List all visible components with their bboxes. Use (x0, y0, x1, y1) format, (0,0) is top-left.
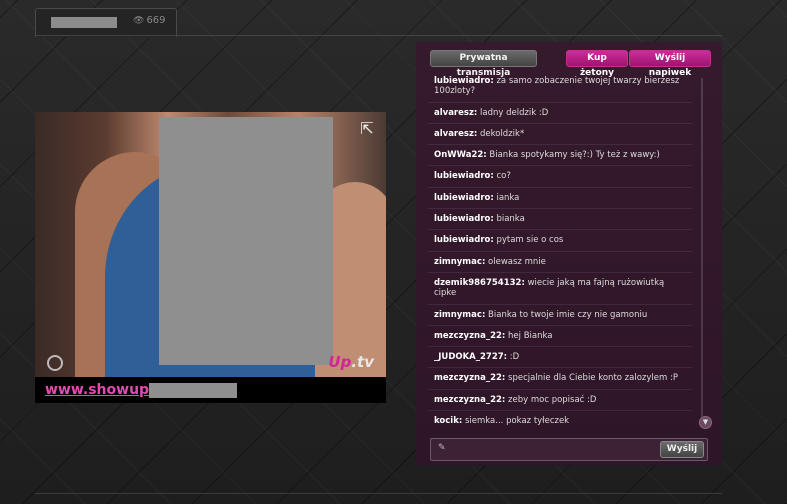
chat-message-text: ianka (496, 192, 520, 203)
chat-message-text: Bianka spotykamy się?:) Ty też z wawy:) (489, 150, 660, 161)
chat-input-row: ✎ Wyślij (430, 438, 708, 461)
redacted-profile-name (149, 383, 237, 398)
redacted-room-name (51, 17, 117, 28)
tab-divider (35, 35, 722, 36)
chat-message-nick[interactable]: mezczyzna_22: (434, 395, 505, 405)
chat-message-text: olewasz mnie (488, 256, 546, 267)
chat-message-nick[interactable]: zimnymac: (434, 310, 485, 320)
chat-message-nick[interactable]: alvaresz: (434, 129, 477, 139)
chat-message-text: hej Bianka (508, 330, 553, 341)
eye-icon: 👁 (133, 16, 145, 26)
chat-message: lubiewiadro: ianka (428, 188, 692, 210)
chat-message: lubiewiadro: bianka (428, 209, 692, 231)
chat-message-text: zeby moc popisać :D (508, 394, 597, 405)
chat-input[interactable] (451, 441, 655, 458)
chat-message-nick[interactable]: alvaresz: (434, 108, 477, 118)
chat-message: alvaresz: ladny deldzik :D (428, 103, 692, 124)
chat-message: dzemik986754132: wiecie jaką ma fajną ru… (428, 273, 692, 305)
scroll-down-icon[interactable]: ▼ (699, 416, 712, 429)
chat-message-text: dekoldzik* (480, 128, 525, 139)
chat-message: lubiewiadro: za samo zobaczenie twojej t… (428, 76, 692, 103)
chat-message: zimnymac: Bianka to twoje imie czy nie g… (428, 305, 692, 326)
chat-message: mezczyzna_22: specjalnie dla Ciebie kont… (428, 368, 692, 390)
viewer-count: 👁 669 (133, 15, 166, 26)
chat-message-text: ladny deldzik :D (480, 107, 549, 118)
chat-message: zimnymac: olewasz mnie (428, 252, 692, 273)
chat-bubble-icon: ✎ (438, 443, 446, 453)
chat-message-nick[interactable]: zimnymac: (434, 257, 485, 267)
camera-icon[interactable] (47, 355, 63, 371)
chat-message: mezczyzna_22: hej Bianka (428, 326, 692, 348)
chat-message-nick[interactable]: lubiewiadro: (434, 193, 494, 203)
send-button[interactable]: Wyślij (660, 441, 704, 458)
showup-watermark: Up.tv (328, 353, 374, 371)
chat-message: _JUDOKA_2727: :D (428, 347, 692, 369)
chat-message-nick[interactable]: kocik: (434, 416, 462, 426)
chat-message: mezczyzna_22: zeby moc popisać :D (428, 390, 692, 412)
buy-tokens-button[interactable]: Kup żetony (566, 50, 628, 78)
private-stream-button[interactable]: Prywatna transmisja (430, 50, 537, 78)
chat-message: lubiewiadro: pytam sie o cos (428, 230, 692, 252)
chat-panel: Prywatna transmisja Kup żetony Wyślij na… (416, 42, 722, 465)
chat-message-nick[interactable]: mezczyzna_22: (434, 373, 505, 383)
chat-message: lubiewiadro: co? (428, 166, 692, 188)
chat-message-text: pytam sie o cos (496, 235, 564, 246)
chat-message-text: Bianka to twoje imie czy nie gamoniu (488, 309, 648, 320)
chat-message-text: :D (509, 352, 520, 363)
send-tip-button[interactable]: Wyślij napiwek (629, 50, 711, 78)
redacted-face (159, 117, 333, 365)
viewer-count-value: 669 (146, 15, 166, 26)
chat-message-nick[interactable]: _JUDOKA_2727: (434, 352, 507, 362)
chat-message-nick[interactable]: OnWWa22: (434, 150, 487, 160)
chat-messages[interactable]: lubiewiadro: za samo zobaczenie twojej t… (428, 76, 692, 430)
chat-message-nick[interactable]: lubiewiadro: (434, 171, 494, 181)
video-stream[interactable]: ⇱ Up.tv (35, 112, 386, 377)
external-link-icon[interactable]: ⇱ (358, 120, 376, 138)
chat-message-nick[interactable]: lubiewiadro: (434, 235, 494, 245)
room-tab[interactable]: 👁 669 (35, 8, 177, 37)
footer-divider (35, 493, 722, 494)
chat-message: OnWWa22: Bianka spotykamy się?:) Ty też … (428, 145, 692, 167)
chat-message-nick[interactable]: lubiewiadro: (434, 214, 494, 224)
chat-message-nick[interactable]: dzemik986754132: (434, 278, 525, 288)
chat-message-nick[interactable]: mezczyzna_22: (434, 331, 505, 341)
chat-message: alvaresz: dekoldzik* (428, 124, 692, 146)
video-card: ⇱ Up.tv www.showup.tv/ (35, 112, 386, 403)
chat-message-nick[interactable]: lubiewiadro: (434, 76, 494, 86)
chat-message-text: bianka (496, 214, 525, 225)
chat-message-text: co? (496, 171, 511, 182)
chat-message-text: specjalnie dla Ciebie konto zalozylem :P (508, 373, 678, 384)
chat-message: kocik: siemka... pokaz tyłeczek (428, 411, 692, 430)
chat-message-text: siemka... pokaz tyłeczek (464, 416, 570, 427)
chat-scrollbar[interactable] (701, 78, 703, 426)
